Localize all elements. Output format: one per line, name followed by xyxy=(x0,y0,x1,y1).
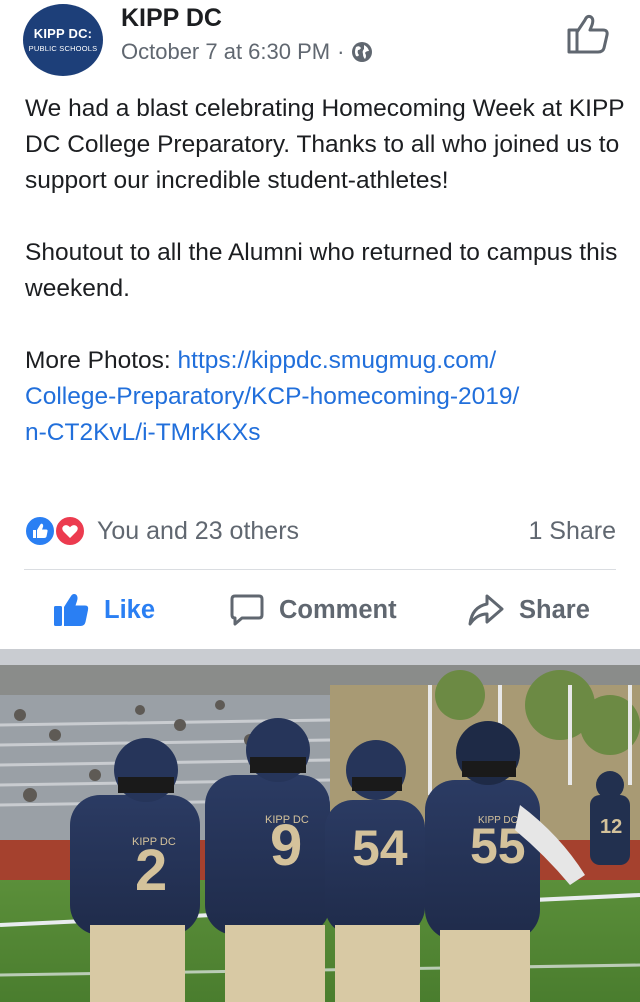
post-header: KIPP DC: PUBLIC SCHOOLS KIPP DC October … xyxy=(0,0,640,90)
feed-separator xyxy=(0,649,640,665)
reactions-summary: You and 23 others 1 Share xyxy=(24,511,616,551)
post-photo[interactable]: 2 KIPP DC 9 KIPP DC 54 55 KIPP DC 12 xyxy=(0,665,640,1002)
more-photos-link[interactable]: https://kippdc.smugmug.com/ xyxy=(178,347,497,374)
more-photos-link-cont: College-Preparatory/KCP-homecoming-2019/ xyxy=(25,379,625,415)
more-photos-link[interactable]: College-Preparatory/KCP-homecoming-2019/ xyxy=(25,383,519,410)
action-bar: Like Comment Share xyxy=(0,572,640,648)
share-button[interactable]: Share xyxy=(467,572,590,648)
reaction-count: You and 23 others xyxy=(97,516,300,545)
globe-icon xyxy=(351,41,373,63)
svg-text:KIPP DC: KIPP DC xyxy=(132,836,176,848)
more-photos-label: More Photos: xyxy=(25,347,178,374)
post-timestamp[interactable]: October 7 at 6:30 PM xyxy=(121,39,330,65)
like-button[interactable]: Like xyxy=(52,572,155,648)
page-name[interactable]: KIPP DC xyxy=(121,4,222,33)
meta-separator: · xyxy=(337,39,345,64)
divider xyxy=(24,569,616,570)
svg-text:KIPP DC: KIPP DC xyxy=(478,815,518,826)
page-avatar[interactable]: KIPP DC: PUBLIC SCHOOLS xyxy=(23,4,103,76)
like-reaction-icon xyxy=(24,515,56,547)
share-icon xyxy=(468,594,504,626)
thumbs-up-icon[interactable] xyxy=(563,12,611,56)
share-label: Share xyxy=(519,595,590,624)
like-icon xyxy=(54,594,89,626)
more-photos-link-cont: n-CT2KvL/i-TMrKKXs xyxy=(25,415,625,451)
more-photos-link[interactable]: n-CT2KvL/i-TMrKKXs xyxy=(25,419,261,446)
svg-text:KIPP DC: KIPP DC xyxy=(265,814,309,826)
share-count[interactable]: 1 Share xyxy=(528,517,616,546)
avatar-logo-text: KIPP DC: xyxy=(33,26,93,41)
comment-icon xyxy=(230,594,264,626)
comment-label: Comment xyxy=(279,595,397,624)
post-paragraph: We had a blast celebrating Homecoming We… xyxy=(25,95,625,194)
like-label: Like xyxy=(104,595,156,624)
svg-text:12: 12 xyxy=(600,816,622,838)
reaction-icons xyxy=(24,513,90,549)
love-reaction-icon xyxy=(54,515,86,547)
comment-button[interactable]: Comment xyxy=(229,572,397,648)
post-paragraph: Shoutout to all the Alumni who returned … xyxy=(25,239,618,302)
post-body: We had a blast celebrating Homecoming We… xyxy=(25,91,625,451)
post-meta: October 7 at 6:30 PM · xyxy=(121,39,373,65)
football-players-image: 2 KIPP DC 9 KIPP DC 54 55 KIPP DC 12 xyxy=(0,665,640,1002)
more-photos-line: More Photos: https://kippdc.smugmug.com/ xyxy=(25,343,625,379)
avatar-logo-subtext: PUBLIC SCHOOLS xyxy=(28,44,98,53)
reactions-left[interactable]: You and 23 others xyxy=(24,513,299,549)
svg-text:54: 54 xyxy=(352,820,408,876)
